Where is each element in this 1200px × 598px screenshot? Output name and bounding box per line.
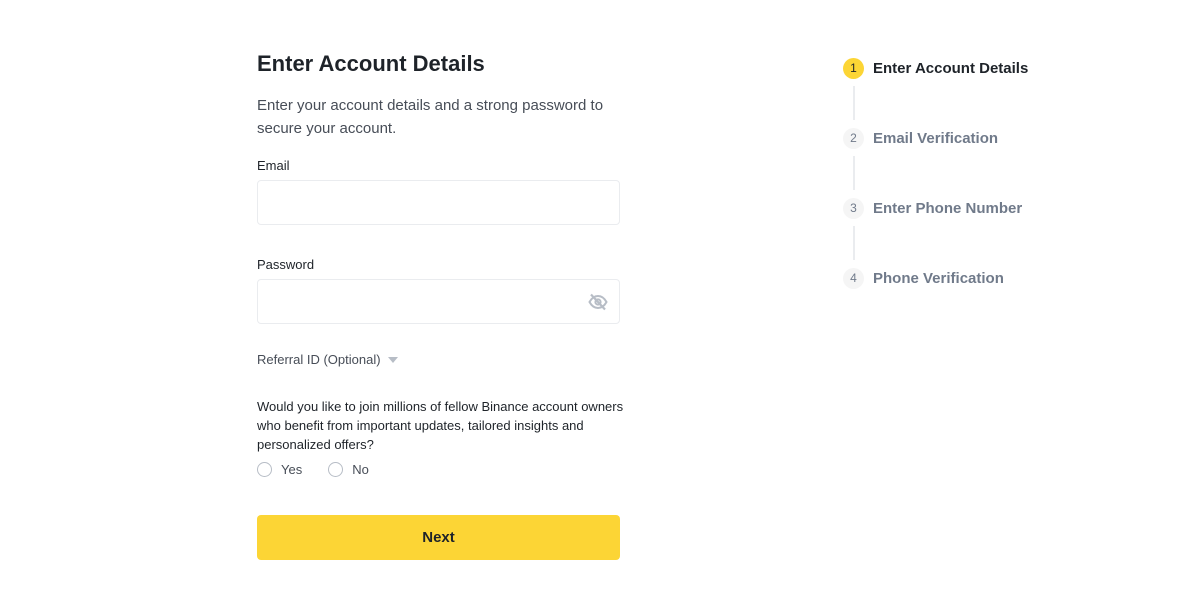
progress-stepper: 1 Enter Account Details 2 Email Verifica… [843,57,1028,289]
radio-no[interactable]: No [328,462,369,477]
eye-off-icon[interactable] [587,291,609,313]
page-title: Enter Account Details [257,51,485,76]
step-connector [852,86,855,120]
email-field[interactable] [268,181,609,224]
email-field-box[interactable] [257,180,620,225]
radio-yes-label: Yes [281,462,303,477]
page-subtitle: Enter your account details and a strong … [257,97,604,137]
password-field[interactable] [268,280,587,323]
marketing-options: Yes No [257,462,620,477]
next-button[interactable]: Next [257,515,620,560]
radio-yes[interactable]: Yes [257,462,302,477]
step-label: Enter Account Details [873,59,1029,77]
referral-label: Referral ID (Optional) [257,352,381,367]
referral-toggle[interactable]: Referral ID (Optional) [257,352,620,367]
step-number: 2 [843,127,864,149]
email-label: Email [257,158,290,173]
password-label: Password [257,257,315,272]
account-details-form: Enter Account Details Enter your account… [257,50,623,560]
radio-circle-icon[interactable] [257,462,272,477]
registration-page: Enter Account Details Enter your account… [0,0,1200,598]
radio-no-label: No [352,462,369,477]
step-number: 3 [843,197,864,219]
step-connector [852,156,855,190]
password-field-box[interactable] [257,279,620,324]
caret-down-icon [387,356,398,363]
step-number: 1 [843,57,864,79]
step-2: 2 Email Verification [843,127,1028,149]
step-3: 3 Enter Phone Number [843,197,1028,219]
step-label: Enter Phone Number [873,199,1023,217]
step-label: Email Verification [873,129,999,147]
step-label: Phone Verification [873,269,1004,287]
marketing-question: Would you like to join millions of fello… [257,399,624,452]
step-connector [852,226,855,260]
step-number: 4 [843,267,864,289]
step-4: 4 Phone Verification [843,267,1028,289]
step-1: 1 Enter Account Details [843,57,1028,79]
radio-circle-icon[interactable] [328,462,344,477]
